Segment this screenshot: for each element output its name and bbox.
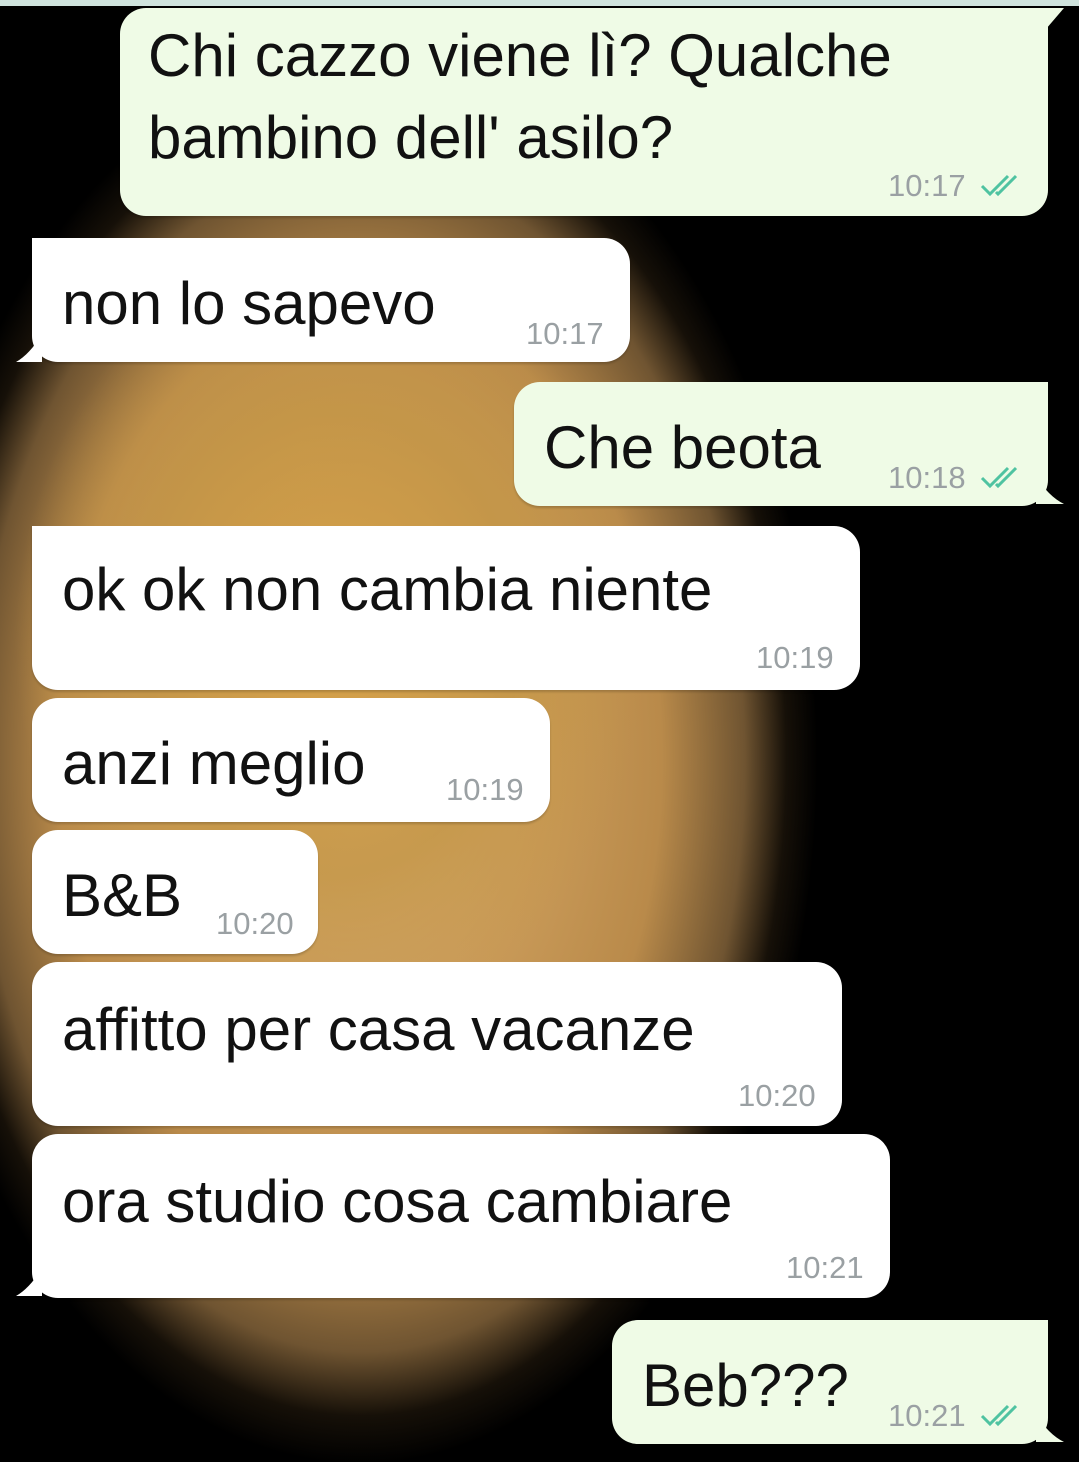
message-time: 10:19 xyxy=(446,772,524,807)
message-text: non lo sapevo xyxy=(62,270,436,337)
header-edge xyxy=(0,0,1079,6)
read-double-tick-icon xyxy=(980,1404,1018,1427)
message-text: Che beota xyxy=(544,414,821,481)
message-time: 10:18 xyxy=(888,460,966,495)
message-time: 10:21 xyxy=(888,1398,966,1433)
outgoing-message[interactable]: Che beota 10:18 xyxy=(514,382,1048,506)
message-text: Beb??? xyxy=(642,1352,849,1419)
incoming-message[interactable]: anzi meglio 10:19 xyxy=(32,698,550,822)
incoming-message[interactable]: B&B 10:20 xyxy=(32,830,318,954)
message-time: 10:17 xyxy=(526,316,604,351)
bubble-tail xyxy=(16,334,42,362)
message-text: ora studio cosa cambiare xyxy=(62,1168,733,1235)
incoming-message[interactable]: affitto per casa vacanze 10:20 xyxy=(32,962,842,1126)
message-text: Chi cazzo viene lì? Qualche xyxy=(148,22,892,89)
message-time: 10:20 xyxy=(216,906,294,941)
incoming-message[interactable]: ora studio cosa cambiare 10:21 xyxy=(32,1134,890,1298)
bubble-tail xyxy=(1036,1414,1064,1442)
bubble-tail xyxy=(1040,8,1064,36)
read-double-tick-icon xyxy=(980,466,1018,489)
message-text: anzi meglio xyxy=(62,730,366,797)
message-text: bambino dell' asilo? xyxy=(148,104,674,171)
incoming-message[interactable]: ok ok non cambia niente 10:19 xyxy=(32,526,860,690)
message-text: ok ok non cambia niente xyxy=(62,556,713,623)
message-time: 10:17 xyxy=(888,168,966,203)
bubble-tail xyxy=(1036,476,1064,504)
read-double-tick-icon xyxy=(980,174,1018,197)
message-time: 10:20 xyxy=(738,1078,816,1113)
message-text: affitto per casa vacanze xyxy=(62,996,695,1063)
message-time: 10:19 xyxy=(756,640,834,675)
outgoing-message[interactable]: Beb??? 10:21 xyxy=(612,1320,1048,1444)
incoming-message[interactable]: non lo sapevo 10:17 xyxy=(32,238,630,362)
message-time: 10:21 xyxy=(786,1250,864,1285)
bubble-tail xyxy=(16,1268,42,1296)
message-text: B&B xyxy=(62,862,183,929)
outgoing-message[interactable]: Chi cazzo viene lì? Qualche bambino dell… xyxy=(120,8,1048,216)
